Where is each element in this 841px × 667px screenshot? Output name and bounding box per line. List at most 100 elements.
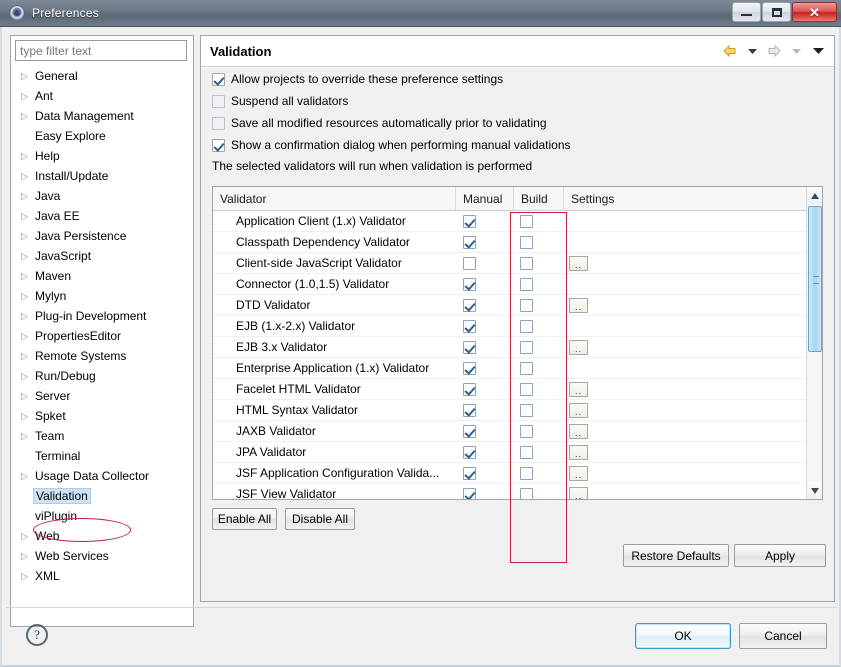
settings-ellipsis-button[interactable]: .. [569,423,588,439]
build-checkbox[interactable] [520,277,533,291]
sidebar-item-usage-data-collector[interactable]: ▷ Usage Data Collector [11,466,193,486]
manual-checkbox[interactable] [463,424,476,438]
manual-checkbox[interactable] [463,298,476,312]
chevron-right-icon[interactable]: ▷ [19,71,33,81]
option-checkbox[interactable] [212,94,225,108]
settings-ellipsis-button[interactable]: .. [569,465,588,481]
chevron-right-icon[interactable]: ▷ [19,211,33,221]
minimize-button[interactable] [732,2,761,22]
sidebar-item-terminal[interactable]: Terminal [11,446,193,466]
chevron-right-icon[interactable]: ▷ [19,291,33,301]
manual-checkbox[interactable] [463,256,476,270]
table-row[interactable]: Enterprise Application (1.x) Validator [213,358,822,379]
build-checkbox[interactable] [520,382,533,396]
build-checkbox[interactable] [520,445,533,459]
back-dropdown-chevron-down-icon[interactable] [742,41,762,61]
apply-button[interactable]: Apply [734,544,826,567]
chevron-right-icon[interactable]: ▷ [19,331,33,341]
chevron-right-icon[interactable]: ▷ [19,251,33,261]
settings-ellipsis-button[interactable]: .. [569,486,588,499]
option-checkbox[interactable] [212,72,225,86]
table-vertical-scrollbar[interactable] [806,187,822,499]
manual-checkbox[interactable] [463,487,476,499]
sidebar-item-java-persistence[interactable]: ▷ Java Persistence [11,226,193,246]
table-row[interactable]: Classpath Dependency Validator [213,232,822,253]
manual-checkbox[interactable] [463,235,476,249]
settings-ellipsis-button[interactable]: .. [569,339,588,355]
chevron-right-icon[interactable]: ▷ [19,91,33,101]
chevron-right-icon[interactable]: ▷ [19,431,33,441]
sidebar-item-help[interactable]: ▷ Help [11,146,193,166]
sidebar-item-javascript[interactable]: ▷ JavaScript [11,246,193,266]
forward-dropdown-chevron-down-icon[interactable] [786,41,806,61]
chevron-right-icon[interactable]: ▷ [19,531,33,541]
chevron-right-icon[interactable]: ▷ [19,271,33,281]
build-checkbox[interactable] [520,340,533,354]
option-checkbox[interactable] [212,138,225,152]
table-row[interactable]: Client-side JavaScript Validator.. [213,253,822,274]
table-row[interactable]: JAXB Validator.. [213,421,822,442]
restore-defaults-button[interactable]: Restore Defaults [623,544,729,567]
column-header-manual[interactable]: Manual [456,187,514,210]
sidebar-item-maven[interactable]: ▷ Maven [11,266,193,286]
help-icon[interactable]: ? [26,624,48,646]
manual-checkbox[interactable] [463,214,476,228]
ok-button[interactable]: OK [635,623,731,649]
chevron-right-icon[interactable]: ▷ [19,311,33,321]
close-button[interactable]: ✕ [792,2,837,22]
manual-checkbox[interactable] [463,403,476,417]
sidebar-item-java[interactable]: ▷ Java [11,186,193,206]
manual-checkbox[interactable] [463,319,476,333]
table-row[interactable]: DTD Validator.. [213,295,822,316]
sidebar-item-remote-systems[interactable]: ▷ Remote Systems [11,346,193,366]
sidebar-item-easy-explore[interactable]: Easy Explore [11,126,193,146]
sidebar-item-ant[interactable]: ▷ Ant [11,86,193,106]
chevron-right-icon[interactable]: ▷ [19,391,33,401]
chevron-right-icon[interactable]: ▷ [19,471,33,481]
disable-all-button[interactable]: Disable All [285,508,355,530]
scrollbar-thumb[interactable] [808,206,822,352]
build-checkbox[interactable] [520,319,533,333]
sidebar-item-validation[interactable]: Validation [11,486,193,506]
column-header-settings[interactable]: Settings [564,187,622,210]
sidebar-item-mylyn[interactable]: ▷ Mylyn [11,286,193,306]
scroll-up-arrow-icon[interactable] [807,187,822,204]
option-row[interactable]: Allow projects to override these prefere… [212,68,834,90]
manual-checkbox[interactable] [463,340,476,354]
sidebar-item-xml[interactable]: ▷ XML [11,566,193,586]
chevron-right-icon[interactable]: ▷ [19,411,33,421]
settings-ellipsis-button[interactable]: .. [569,444,588,460]
sidebar-item-server[interactable]: ▷ Server [11,386,193,406]
chevron-right-icon[interactable]: ▷ [19,571,33,581]
build-checkbox[interactable] [520,424,533,438]
sidebar-item-java-ee[interactable]: ▷ Java EE [11,206,193,226]
chevron-right-icon[interactable]: ▷ [19,371,33,381]
column-header-validator[interactable]: Validator [213,187,456,210]
table-row[interactable]: Application Client (1.x) Validator [213,211,822,232]
settings-ellipsis-button[interactable]: .. [569,297,588,313]
option-row[interactable]: Suspend all validators [212,90,834,112]
enable-all-button[interactable]: Enable All [212,508,277,530]
view-menu-chevron-down-icon[interactable] [808,41,828,61]
build-checkbox[interactable] [520,487,533,499]
manual-checkbox[interactable] [463,466,476,480]
sidebar-item-data-management[interactable]: ▷ Data Management [11,106,193,126]
sidebar-item-install-update[interactable]: ▷ Install/Update [11,166,193,186]
chevron-right-icon[interactable]: ▷ [19,231,33,241]
chevron-right-icon[interactable]: ▷ [19,551,33,561]
chevron-right-icon[interactable]: ▷ [19,171,33,181]
table-row[interactable]: EJB 3.x Validator.. [213,337,822,358]
chevron-right-icon[interactable]: ▷ [19,151,33,161]
sidebar-item-spket[interactable]: ▷ Spket [11,406,193,426]
maximize-button[interactable] [762,2,791,22]
back-arrow-icon[interactable] [720,41,740,61]
filter-input[interactable] [15,40,187,61]
table-row[interactable]: Connector (1.0,1.5) Validator [213,274,822,295]
sidebar-item-viplugin[interactable]: viPlugin [11,506,193,526]
manual-checkbox[interactable] [463,382,476,396]
forward-arrow-icon[interactable] [764,41,784,61]
build-checkbox[interactable] [520,256,533,270]
build-checkbox[interactable] [520,235,533,249]
scroll-down-arrow-icon[interactable] [807,482,822,499]
settings-ellipsis-button[interactable]: .. [569,381,588,397]
